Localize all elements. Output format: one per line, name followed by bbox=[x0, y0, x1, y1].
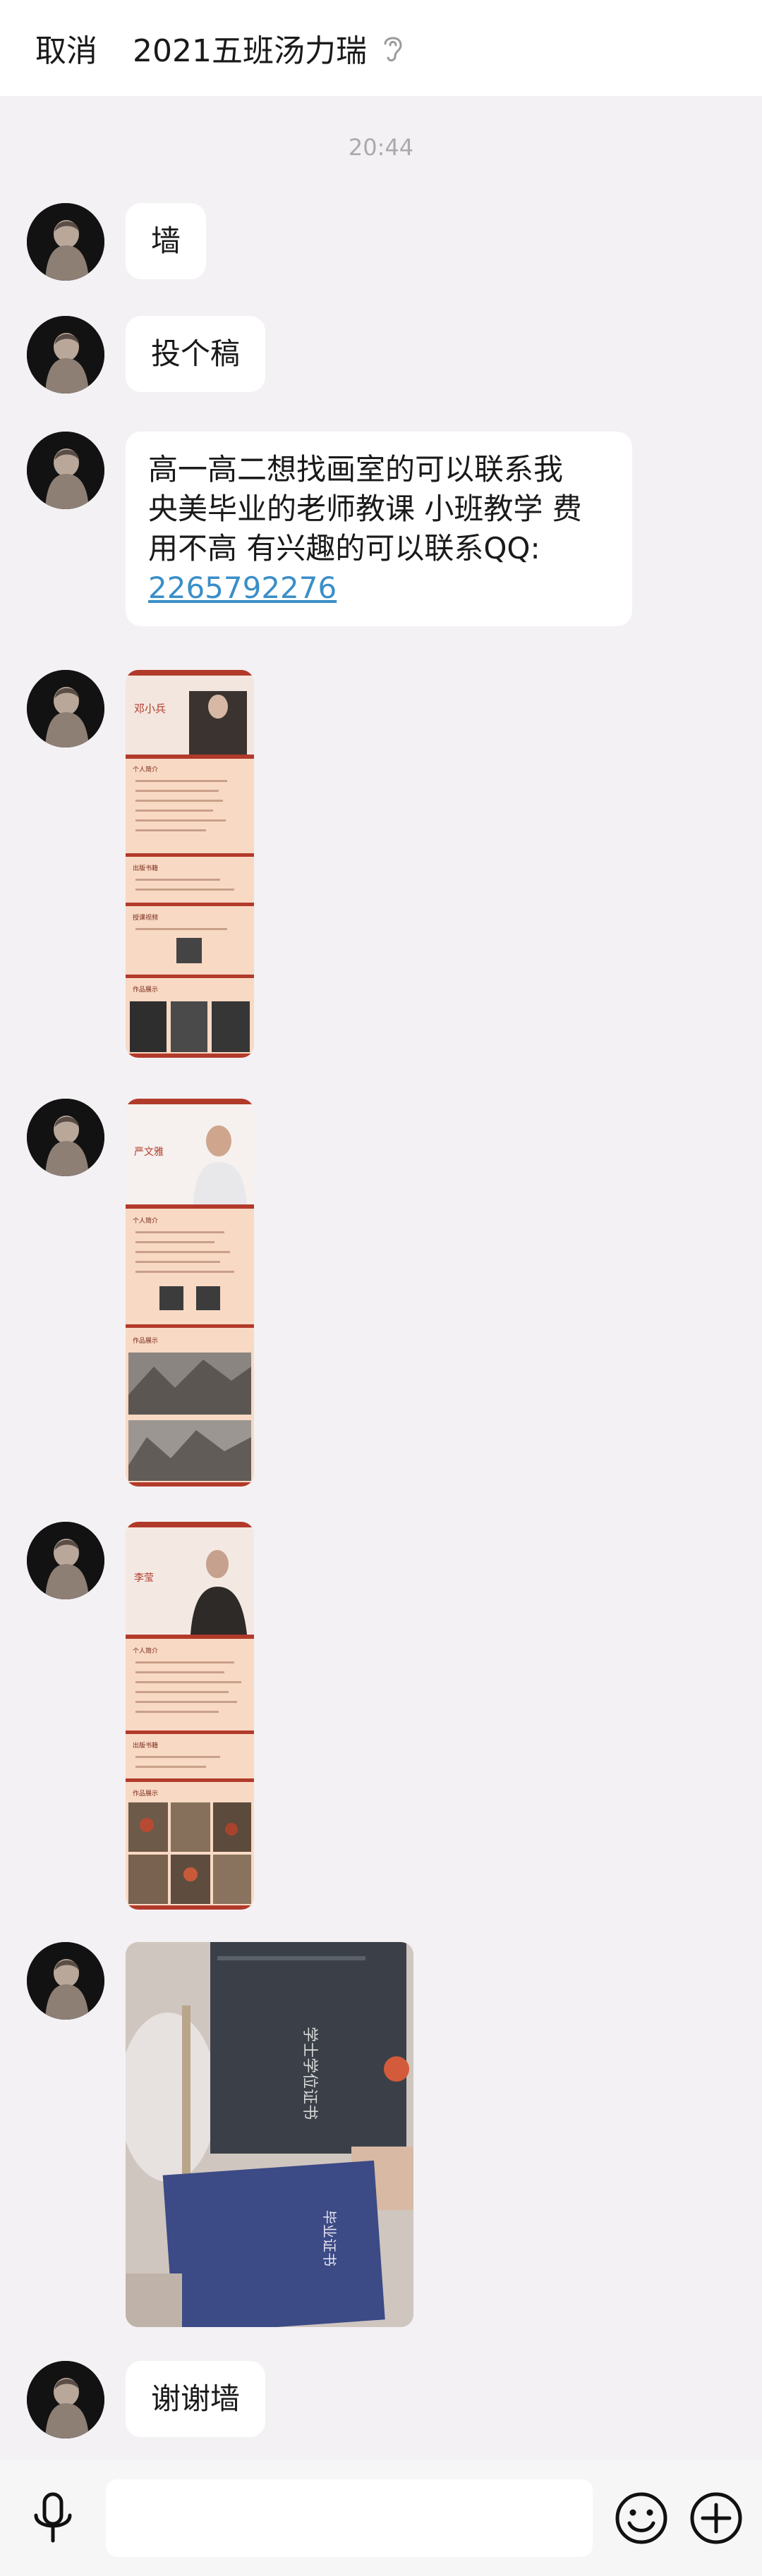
poster-section-title: 出版书籍 bbox=[133, 864, 158, 872]
microphone-icon[interactable] bbox=[28, 2490, 78, 2546]
poster-section-title: 作品展示 bbox=[133, 985, 158, 994]
message-bubble[interactable]: 高一高二想找画室的可以联系我 央美毕业的老师教课 小班教学 费 用不高 有兴趣的… bbox=[126, 432, 632, 626]
message-bubble[interactable]: 投个稿 bbox=[126, 316, 266, 392]
poster-teacher-name: 邓小兵 bbox=[134, 702, 166, 715]
poster-section-title: 授课视频 bbox=[133, 913, 158, 922]
plus-icon[interactable] bbox=[689, 2491, 744, 2546]
avatar[interactable] bbox=[27, 670, 104, 747]
ear-icon bbox=[384, 37, 402, 62]
certificate-title: 学士学位证书 bbox=[301, 2027, 318, 2120]
message-input[interactable] bbox=[106, 2479, 593, 2557]
message-row: 高一高二想找画室的可以联系我 央美毕业的老师教课 小班教学 费 用不高 有兴趣的… bbox=[27, 432, 632, 626]
avatar[interactable] bbox=[27, 1522, 104, 1599]
message-bubble[interactable]: 墙 bbox=[126, 203, 207, 279]
poster-section-title: 作品展示 bbox=[133, 1336, 158, 1345]
message-row: 投个稿 bbox=[27, 316, 266, 393]
avatar[interactable] bbox=[27, 432, 104, 509]
poster-section-title: 个人简介 bbox=[133, 765, 158, 774]
message-row: 李莹 个人简介 出版书籍 作品展示 bbox=[27, 1522, 254, 1910]
certificate-title: 毕业证书 bbox=[321, 2210, 338, 2266]
teacher-poster-image[interactable]: 李莹 个人简介 出版书籍 作品展示 bbox=[126, 1522, 254, 1910]
avatar[interactable] bbox=[27, 2361, 104, 2438]
poster-teacher-name: 李莹 bbox=[134, 1573, 154, 1584]
message-bubble[interactable]: 谢谢墙 bbox=[126, 2361, 266, 2437]
emoji-icon[interactable] bbox=[614, 2491, 669, 2546]
poster-section-title: 个人简介 bbox=[133, 1647, 158, 1655]
message-row: 墙 bbox=[27, 203, 207, 281]
teacher-poster-image[interactable]: 邓小兵 个人简介 出版书籍 授课视频 作品展示 bbox=[126, 670, 254, 1058]
avatar[interactable] bbox=[27, 1099, 104, 1176]
poster-teacher-name: 严文雅 bbox=[134, 1147, 164, 1158]
cancel-button[interactable]: 取消 bbox=[35, 25, 97, 71]
avatar[interactable] bbox=[27, 1942, 104, 2020]
message-row: 谢谢墙 bbox=[27, 2361, 266, 2438]
chat-title: 2021五班汤力瑞 bbox=[133, 33, 367, 69]
avatar[interactable] bbox=[27, 316, 104, 393]
message-timestamp: 20:44 bbox=[348, 134, 414, 161]
chat-header: 取消 2021五班汤力瑞 bbox=[0, 0, 762, 96]
message-row: 严文雅 个人简介 作品展示 bbox=[27, 1099, 254, 1487]
poster-section-title: 出版书籍 bbox=[133, 1741, 158, 1750]
message-row: 邓小兵 个人简介 出版书籍 授课视频 作品展示 bbox=[27, 670, 254, 1058]
poster-section-title: 个人简介 bbox=[133, 1216, 158, 1225]
avatar[interactable] bbox=[27, 203, 104, 281]
poster-section-title: 作品展示 bbox=[133, 1789, 158, 1797]
input-bar bbox=[0, 2460, 762, 2576]
message-line: 央美毕业的老师教课 小班教学 费 bbox=[148, 492, 582, 526]
certificate-photo[interactable]: 学士学位证书 毕业证书 bbox=[126, 1942, 413, 2327]
qq-number-link[interactable]: 2265792276 bbox=[148, 568, 608, 608]
message-line: 用不高 有兴趣的可以联系QQ: bbox=[148, 531, 540, 566]
message-line: 高一高二想找画室的可以联系我 bbox=[148, 452, 564, 487]
message-row: 学士学位证书 毕业证书 bbox=[27, 1942, 413, 2327]
teacher-poster-image[interactable]: 严文雅 个人简介 作品展示 bbox=[126, 1099, 254, 1487]
